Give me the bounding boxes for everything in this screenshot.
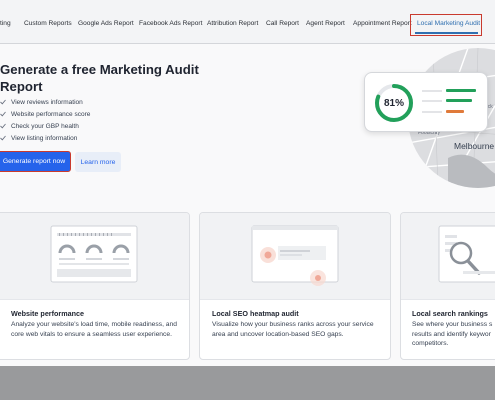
card-title: Local SEO heatmap audit <box>212 309 299 318</box>
score-value: 81% <box>383 97 404 109</box>
tab-google-ads-report[interactable]: Google Ads Report <box>78 20 134 27</box>
checklist-item-label: View listing information <box>11 134 78 142</box>
tab-call-report[interactable]: Call Report <box>266 20 299 27</box>
check-icon <box>0 135 6 141</box>
score-line-placeholder <box>422 111 442 113</box>
tab-custom-reports[interactable]: Custom Reports <box>24 20 72 27</box>
card-website-performance[interactable]: Website performance Analyze your website… <box>0 212 190 360</box>
list-item: Website performance score <box>0 108 90 120</box>
card-local-search-rankings[interactable]: Local search rankings See where your bus… <box>400 212 495 360</box>
card-description: See where your business s results and id… <box>412 321 493 347</box>
card-thumbnail <box>200 213 390 300</box>
tab-agent-report[interactable]: Agent Report <box>306 20 345 27</box>
score-line-green <box>446 99 472 102</box>
list-item: View listing information <box>0 132 90 144</box>
score-card: 81% <box>364 72 488 132</box>
hero-title: Generate a free Marketing Audit Report <box>0 62 199 94</box>
website-report-preview-icon <box>50 225 138 283</box>
list-item: Check your GBP health <box>0 120 90 132</box>
learn-more-button[interactable]: Learn more <box>75 152 121 172</box>
card-description: Analyze your website's load time, mobile… <box>11 321 177 338</box>
background-overlay <box>0 366 495 400</box>
score-line-orange <box>446 110 464 113</box>
heatmap-preview-icon <box>251 225 339 286</box>
card-local-seo-heatmap[interactable]: Local SEO heatmap audit Visualize how yo… <box>199 212 391 360</box>
active-tab-underline <box>415 32 478 34</box>
score-line-placeholder <box>422 90 442 92</box>
card-thumbnail <box>0 213 189 300</box>
feature-checklist: View reviews information Website perform… <box>0 96 90 144</box>
checklist-item-label: View reviews information <box>11 98 83 106</box>
card-thumbnail <box>401 213 495 300</box>
check-icon <box>0 111 6 117</box>
card-title: Website performance <box>11 309 84 318</box>
list-item: View reviews information <box>0 96 90 108</box>
score-line-green <box>446 89 476 92</box>
generate-report-button[interactable]: Generate report now <box>0 151 71 172</box>
checklist-item-label: Website performance score <box>11 110 91 118</box>
score-line-placeholder <box>422 100 442 102</box>
map-city-label: Melbourne <box>454 141 495 151</box>
check-icon <box>0 99 6 105</box>
tab-facebook-ads-report[interactable]: Facebook Ads Report <box>139 20 202 27</box>
tab-appointment-report[interactable]: Appointment Report <box>353 20 412 27</box>
report-tab-bar: ting Custom Reports Google Ads Report Fa… <box>0 0 495 44</box>
audit-landing-panel: Footscray Brunswick Melbourne 81% Genera… <box>0 44 495 366</box>
tab-reporting[interactable]: ting <box>0 20 11 27</box>
checklist-item-label: Check your GBP health <box>11 122 79 130</box>
card-title: Local search rankings <box>412 309 488 318</box>
card-description: Visualize how your business ranks across… <box>212 321 374 338</box>
search-rankings-preview-icon <box>438 225 495 283</box>
tab-attribution-report[interactable]: Attribution Report <box>207 20 258 27</box>
check-icon <box>0 123 6 129</box>
